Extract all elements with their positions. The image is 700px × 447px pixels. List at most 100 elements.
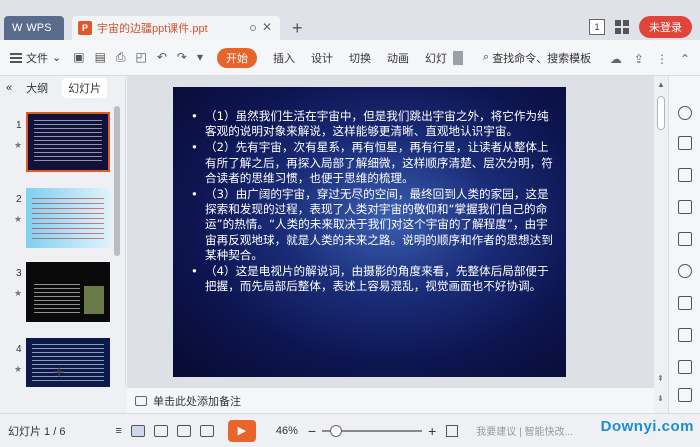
undo-icon[interactable]: ↶ (157, 50, 167, 65)
share-icon[interactable]: ⇪ (634, 52, 644, 66)
command-search-label: 查找命令、搜索模板 (492, 52, 592, 65)
canvas-scrollbar[interactable]: ▲ ⇞ ⇟ (654, 76, 668, 413)
notes-icon (135, 395, 147, 406)
recording-view-icon[interactable] (199, 424, 214, 437)
document-tab[interactable]: P 宇宙的边疆ppt课件.ppt ✕ (72, 16, 280, 40)
slide-thumbnail-2[interactable] (26, 188, 110, 248)
cloud-icon[interactable]: ☁ (610, 52, 622, 66)
normal-view-icon[interactable] (130, 424, 145, 437)
slide-counter: 幻灯片 1 / 6 (8, 425, 66, 438)
apps-grid-icon[interactable] (615, 20, 629, 34)
align-icon[interactable]: ≡ (115, 425, 121, 437)
share-file-icon[interactable] (678, 328, 692, 342)
panel-scrollbar[interactable] (114, 106, 120, 256)
fit-window-icon[interactable] (446, 424, 459, 437)
thumbnail-text-lines (32, 344, 104, 381)
zoom-in-button[interactable]: + (428, 423, 436, 439)
wps-logo-icon: W (12, 22, 23, 34)
hamburger-icon (10, 52, 22, 63)
redo-icon[interactable]: ↷ (177, 50, 187, 65)
zoom-slider-knob[interactable] (330, 424, 343, 437)
slide-thumbnail-1[interactable] (26, 112, 110, 172)
file-menu[interactable]: 文件 ⌄ (10, 50, 61, 66)
menu-animation[interactable]: 动画 (387, 50, 409, 66)
copy-format-icon[interactable] (678, 136, 692, 150)
magic-icon[interactable] (678, 106, 692, 120)
scroll-up-icon[interactable]: ▲ (657, 80, 665, 89)
menubar-right-tools: ☁ ⇪ ⋮ ⌃ (610, 52, 690, 66)
prev-slide-icon[interactable]: ⇞ (657, 374, 664, 383)
panel-tabs: « 大纲 幻灯片 (0, 76, 125, 100)
chevron-down-icon: ⌄ (52, 52, 62, 64)
play-slideshow-button[interactable]: ▶ (227, 419, 256, 442)
preview-icon[interactable]: ◰ (136, 50, 147, 65)
zoom-out-button[interactable]: − (308, 423, 316, 439)
layers-icon[interactable] (678, 168, 692, 182)
add-slide-button[interactable]: + (54, 362, 65, 383)
slide-star-icon: ★ (14, 288, 23, 298)
slide-textbox[interactable]: （1）虽然我们生活在宇宙中，但是我们跳出宇宙之外，将它作为纯客观的说明对象来解说… (191, 109, 553, 295)
next-slide-icon[interactable]: ⇟ (657, 394, 664, 403)
view-switcher: ≡ (115, 424, 214, 437)
sorter-view-icon[interactable] (153, 424, 168, 437)
file-menu-label: 文件 (26, 52, 48, 65)
menu-bar: 文件 ⌄ ▣ ▤ ⎙ ◰ ↶ ↷ ▾ 开始 插入 设计 切换 动画 幻灯 ⌕ 查… (0, 40, 700, 76)
collapse-panel-icon[interactable]: « (6, 82, 12, 94)
comment-icon[interactable] (678, 360, 692, 374)
thumbnail-text-lines (32, 198, 104, 242)
more-options-icon[interactable]: ⋮ (656, 52, 668, 66)
wps-tab-label: WPS (26, 22, 52, 34)
new-tab-button[interactable]: + (292, 18, 303, 39)
slide-thumbnail-4[interactable] (26, 338, 110, 387)
login-button[interactable]: 未登录 (639, 16, 692, 38)
thumbnail-image (84, 286, 104, 314)
scrollbar-thumb[interactable] (657, 96, 665, 130)
star-icon[interactable] (678, 264, 692, 278)
menu-insert[interactable]: 插入 (273, 50, 295, 66)
slide-thumbnail-3[interactable] (26, 262, 110, 322)
menu-transition[interactable]: 切换 (349, 50, 371, 66)
image-icon[interactable] (678, 232, 692, 246)
slide-star-icon: ★ (14, 214, 23, 224)
tab-outline[interactable]: 大纲 (26, 80, 48, 96)
notes-placeholder: 单击此处添加备注 (153, 395, 241, 408)
right-toolbar (668, 76, 700, 413)
quick-access-toolbar: ▣ ▤ ⎙ ◰ ↶ ↷ ▾ (73, 50, 203, 65)
tab-slides[interactable]: 幻灯片 (62, 78, 108, 98)
titlebar-right-area: 1 未登录 (589, 16, 692, 38)
collapse-ribbon-icon[interactable]: ⌃ (680, 52, 690, 66)
slide-paragraph: （2）先有宇宙，次有星系，再有恒星，再有行星，让读者从整体上有所了解之后，再探入… (191, 140, 553, 186)
thumbnail-text-lines (34, 120, 102, 164)
settings-sliders-icon[interactable] (678, 200, 692, 214)
menu-design[interactable]: 设计 (311, 50, 333, 66)
slide-number: 4 (16, 344, 22, 355)
slide-paragraph: （1）虽然我们生活在宇宙中，但是我们跳出宇宙之外，将它作为纯客观的说明对象来解说… (191, 109, 553, 139)
help-icon[interactable] (678, 388, 692, 402)
reading-view-icon[interactable] (176, 424, 191, 437)
zoom-level[interactable]: 46% (276, 425, 298, 437)
menu-slideshow[interactable]: 幻灯 (425, 50, 447, 66)
save-icon[interactable]: ▣ (73, 50, 84, 65)
slide-star-icon: ★ (14, 140, 23, 150)
status-right-text: 我要建议 | 智能快改... (476, 427, 573, 438)
notes-bar[interactable]: 单击此处添加备注 (127, 387, 654, 413)
command-search[interactable]: ⌕ 查找命令、搜索模板 (483, 50, 591, 66)
export-pdf-icon[interactable]: ▤ (95, 50, 106, 65)
close-tab-icon[interactable]: ✕ (262, 20, 272, 34)
print-icon[interactable]: ⎙ (116, 50, 126, 65)
slide-number: 1 (16, 120, 22, 131)
text-box-icon[interactable] (678, 296, 692, 310)
window-count-badge[interactable]: 1 (589, 19, 605, 35)
unsaved-dot-icon (250, 25, 256, 31)
current-slide[interactable]: （1）虽然我们生活在宇宙中，但是我们跳出宇宙之外，将它作为纯客观的说明对象来解说… (173, 87, 566, 377)
menu-more-arrow-icon[interactable] (453, 50, 464, 65)
menu-home[interactable]: 开始 (217, 47, 258, 68)
wps-home-tab[interactable]: W WPS (4, 16, 64, 40)
customize-icon[interactable]: ▾ (197, 50, 203, 65)
ppt-file-icon: P (78, 21, 92, 35)
slide-number: 3 (16, 268, 22, 279)
slide-paragraph: （3）由广阔的宇宙，穿过无尽的空间，最终回到人类的家园，这是探索和发现的过程，表… (191, 187, 553, 263)
zoom-slider[interactable] (322, 424, 423, 437)
slide-number: 2 (16, 194, 22, 205)
site-watermark: Downyi.com (600, 418, 694, 435)
